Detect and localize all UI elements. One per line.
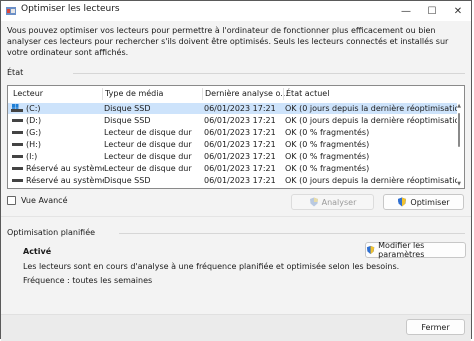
advanced-view-label: Vue Avancé (21, 196, 68, 205)
drive-row[interactable]: (G:) Lecteur de disque dur 06/01/2023 17:2… (8, 127, 457, 138)
scroll-up-arrow-icon[interactable]: ▲ (456, 103, 462, 109)
system-drive-icon (11, 104, 23, 112)
drive-icon (12, 155, 23, 158)
change-settings-button[interactable]: Modifier les paramètres (365, 241, 466, 259)
schedule-section-label: Optimisation planifiée (7, 228, 96, 237)
media-type: Disque SSD (104, 176, 151, 185)
last-analysis: 06/01/2023 17:21 (204, 116, 276, 125)
schedule-divider (119, 233, 465, 234)
drive-row[interactable]: (C:) Disque SSD 06/01/2023 17:21 OK (0 jour… (8, 103, 457, 114)
optimize-drives-window: Optimiser les lecteurs — ☐ ✕ Vous pouvez… (0, 0, 472, 341)
column-separator[interactable] (202, 88, 203, 100)
scroll-down-arrow-icon[interactable]: ▼ (456, 181, 462, 187)
column-separator[interactable] (283, 88, 284, 100)
status-divider (73, 73, 465, 74)
shield-icon (366, 245, 375, 255)
drive-name: (C:) (26, 104, 41, 113)
schedule-status: Activé (23, 247, 52, 256)
last-analysis: 06/01/2023 17:21 (204, 152, 276, 161)
current-state: OK (0 % fragmentés) (285, 140, 370, 149)
drive-icon (12, 179, 23, 182)
drive-row[interactable]: Réservé au système Disque SSD 06/01/2023 1… (8, 175, 457, 186)
media-type: Lecteur de disque dur (104, 140, 192, 149)
analyze-button-label: Analyser (321, 197, 357, 207)
drive-row[interactable]: (H:) Lecteur de disque dur 06/01/2023 17:2… (8, 139, 457, 150)
list-scrollbar[interactable]: ▲ ▼ (456, 103, 462, 187)
drive-icon (12, 143, 23, 146)
last-analysis: 06/01/2023 17:21 (204, 176, 276, 185)
media-type: Lecteur de disque dur (104, 152, 192, 161)
window-title: Optimiser les lecteurs (21, 4, 120, 14)
schedule-info: Les lecteurs sont en cours d'analyse à u… (23, 262, 400, 271)
section-divider (1, 216, 471, 217)
close-button-label: Fermer (421, 322, 450, 332)
schedule-frequency: Fréquence : toutes les semaines (23, 276, 153, 285)
drive-row[interactable]: (D:) Disque SSD 06/01/2023 17:21 OK (0 jour… (8, 115, 457, 126)
close-button[interactable]: Fermer (406, 319, 465, 335)
status-section-label: État (7, 68, 24, 77)
column-header-last-analysis[interactable]: Dernière analyse o... (205, 89, 288, 98)
current-state: OK (0 jours depuis la dernière réoptimis… (285, 104, 457, 113)
close-window-button[interactable]: ✕ (445, 1, 471, 21)
change-settings-button-label: Modifier les paramètres (378, 241, 425, 259)
current-state: OK (0 % fragmentés) (285, 164, 370, 173)
current-state: OK (0 jours depuis la dernière réoptimis… (285, 176, 457, 185)
drive-name: (H:) (26, 140, 41, 149)
drive-name: (I:) (26, 152, 38, 161)
last-analysis: 06/01/2023 17:21 (204, 128, 276, 137)
media-type: Lecteur de disque dur (104, 164, 192, 173)
optimize-button[interactable]: Optimiser (383, 194, 464, 210)
scrollbar-thumb[interactable] (458, 113, 460, 147)
drive-name: Réservé au système (26, 164, 104, 173)
current-state: OK (0 % fragmentés) (285, 152, 370, 161)
media-type: Disque SSD (104, 116, 151, 125)
dialog-footer (1, 314, 471, 341)
column-header-media-type[interactable]: Type de média (105, 89, 163, 98)
current-state: OK (0 jours depuis la dernière réoptimis… (285, 116, 457, 125)
drive-name: Réservé au système (26, 176, 104, 185)
drive-row[interactable]: Réservé au système Lecteur de disque dur 0… (8, 163, 457, 174)
drive-name: (G:) (26, 128, 42, 137)
media-type: Lecteur de disque dur (104, 128, 192, 137)
column-header-row: Lecteur Type de média Dernière analyse o… (8, 86, 464, 102)
drives-list[interactable]: Lecteur Type de média Dernière analyse o… (7, 85, 465, 189)
column-separator[interactable] (102, 88, 103, 100)
drive-icon (12, 167, 23, 170)
shield-icon (309, 197, 318, 207)
description-text: Vous pouvez optimiser vos lecteurs pour … (7, 26, 449, 57)
analyze-button[interactable]: Analyser (291, 194, 374, 210)
optimize-button-label: Optimiser (410, 197, 450, 207)
advanced-view-checkbox[interactable] (7, 196, 16, 205)
column-header-drive[interactable]: Lecteur (13, 89, 43, 98)
defrag-app-icon (6, 7, 16, 15)
drive-row[interactable]: (I:) Lecteur de disque dur 06/01/2023 17:2… (8, 151, 457, 162)
drive-name: (D:) (26, 116, 42, 125)
current-state: OK (0 % fragmentés) (285, 128, 370, 137)
drive-icon (12, 131, 23, 134)
title-bar: Optimiser les lecteurs — ☐ ✕ (1, 1, 471, 21)
last-analysis: 06/01/2023 17:21 (204, 104, 276, 113)
last-analysis: 06/01/2023 17:21 (204, 140, 276, 149)
media-type: Disque SSD (104, 104, 151, 113)
maximize-button[interactable]: ☐ (419, 1, 445, 21)
column-header-current-state[interactable]: État actuel (286, 89, 329, 98)
last-analysis: 06/01/2023 17:21 (204, 164, 276, 173)
drive-icon (12, 119, 23, 122)
shield-icon (398, 197, 407, 207)
minimize-button[interactable]: — (393, 1, 419, 21)
